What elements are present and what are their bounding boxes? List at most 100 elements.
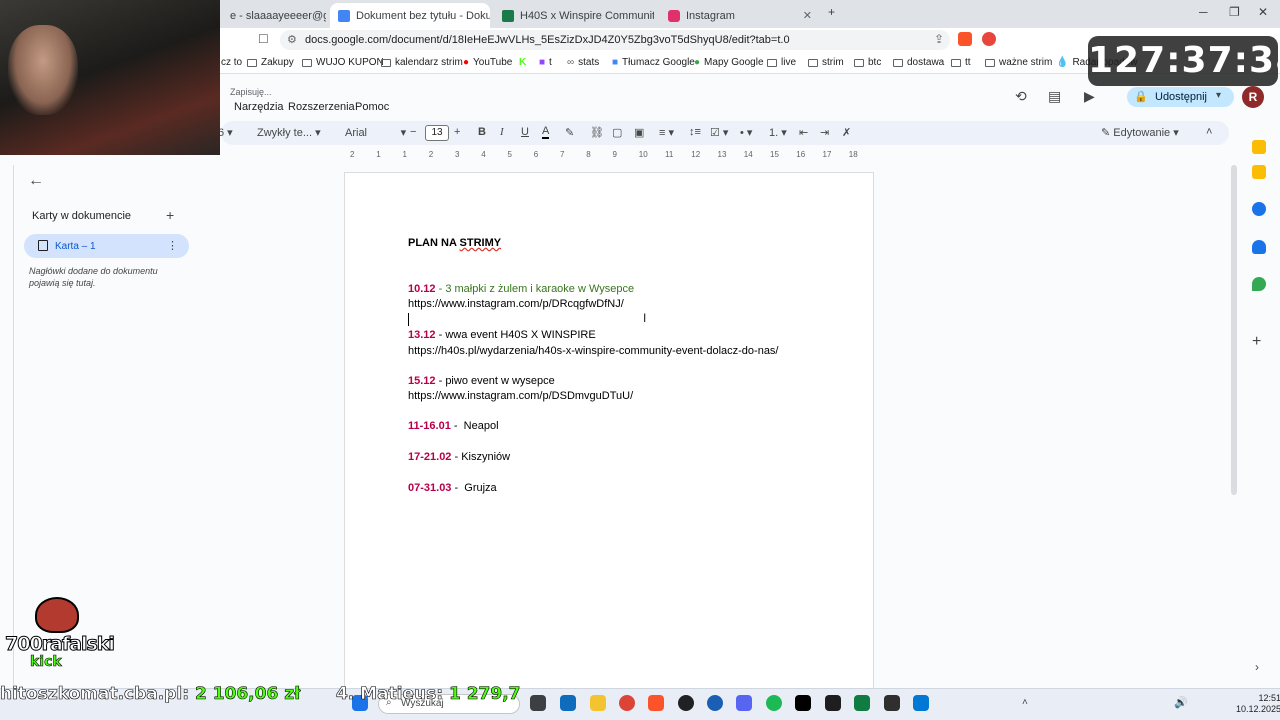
plan-link-1[interactable]: https://www.instagram.com/p/DRcqgfwDfNJ/ bbox=[408, 298, 624, 310]
plan-link-2[interactable]: https://h40s.pl/wydarzenia/h40s-x-winspi… bbox=[408, 345, 779, 357]
volume-icon[interactable]: 🔊 bbox=[1174, 696, 1188, 709]
text-color-icon[interactable]: A bbox=[542, 126, 550, 139]
rewards-icon[interactable] bbox=[982, 32, 996, 46]
new-tab-button[interactable]: + bbox=[828, 5, 835, 19]
bookmark-folder[interactable]: kalendarz strim bbox=[381, 57, 463, 68]
streamdeck-icon[interactable] bbox=[884, 695, 900, 711]
increase-font-icon[interactable]: + bbox=[454, 126, 460, 138]
editing-mode-select[interactable]: ✎ Edytowanie ▾ bbox=[1101, 126, 1179, 139]
add-tab-button[interactable]: + bbox=[166, 207, 174, 223]
bold-icon[interactable]: B bbox=[478, 126, 486, 138]
minimize-icon[interactable]: ─ bbox=[1199, 5, 1208, 19]
close-tab-icon[interactable]: ✕ bbox=[795, 9, 812, 22]
brave-icon[interactable] bbox=[648, 695, 664, 711]
bookmark-star-icon[interactable]: ☐ bbox=[258, 32, 269, 46]
sidebar-note: Nagłówki dodane do dokumentu pojawią się… bbox=[29, 266, 158, 288]
checklist-icon[interactable]: ☑ ▾ bbox=[710, 126, 728, 139]
image-icon[interactable]: ▣ bbox=[634, 126, 644, 139]
store-icon[interactable] bbox=[560, 695, 576, 711]
increase-indent-icon[interactable]: ⇥ bbox=[820, 126, 829, 139]
font-select[interactable]: Arial ▾ bbox=[345, 126, 406, 139]
line-spacing-icon[interactable]: ↕≡ bbox=[689, 126, 701, 138]
document-page[interactable] bbox=[344, 172, 874, 692]
bullet-list-icon[interactable]: • ▾ bbox=[740, 126, 752, 139]
tray-expand-icon[interactable]: ˄ bbox=[1022, 697, 1028, 708]
bookmark-folder[interactable]: live bbox=[767, 57, 796, 68]
bookmark-folder[interactable]: dostawa bbox=[893, 57, 944, 68]
explorer-icon[interactable] bbox=[590, 695, 606, 711]
more-options-icon[interactable]: ⋮ bbox=[167, 239, 178, 252]
highlight-icon[interactable]: ✎ bbox=[565, 126, 574, 139]
bookmark-kick[interactable]: K bbox=[519, 57, 526, 68]
menu-extensions[interactable]: Rozszerzenia bbox=[288, 101, 355, 113]
taskbar-clock[interactable]: 12:51 10.12.2025 bbox=[1236, 693, 1280, 715]
font-size-input[interactable]: 13 bbox=[425, 125, 449, 141]
comments-icon[interactable]: ▤ bbox=[1048, 88, 1061, 105]
sidebar-item-label: Karta – 1 bbox=[55, 241, 96, 252]
notepad-icon[interactable] bbox=[913, 695, 929, 711]
contacts-icon[interactable] bbox=[1252, 240, 1266, 254]
add-addon-icon[interactable]: + bbox=[1252, 333, 1261, 351]
bookmark-translate[interactable]: ■ Tłumacz Google bbox=[612, 57, 695, 68]
ruler-tick: 11 bbox=[665, 150, 674, 159]
decrease-indent-icon[interactable]: ⇤ bbox=[799, 126, 808, 139]
davinci-icon[interactable] bbox=[825, 695, 841, 711]
vertical-scrollbar[interactable] bbox=[1231, 165, 1237, 495]
bookmark-twitch[interactable]: ■ t bbox=[539, 57, 552, 68]
collapse-toolbar-icon[interactable]: ˄ bbox=[1206, 126, 1212, 138]
share-dropdown-icon[interactable]: ▾ bbox=[1216, 90, 1221, 101]
history-icon[interactable]: ⟲ bbox=[1015, 88, 1027, 105]
italic-icon[interactable]: I bbox=[500, 126, 504, 138]
keep-icon[interactable] bbox=[1252, 140, 1266, 154]
bookmark-folder[interactable]: strim bbox=[808, 57, 844, 68]
comment-icon[interactable]: ▢ bbox=[612, 126, 622, 139]
bookmark-folder[interactable]: Zakupy bbox=[247, 57, 294, 68]
brave-shield-icon[interactable] bbox=[958, 32, 972, 46]
tab-instagram[interactable]: Instagram ✕ bbox=[660, 3, 820, 28]
avatar[interactable]: R bbox=[1242, 86, 1264, 108]
tab-docs[interactable]: Dokument bez tytułu - Dokume ✕ bbox=[330, 3, 490, 28]
plan-link-3[interactable]: https://www.instagram.com/p/DSDmvguDTuU/ bbox=[408, 390, 633, 402]
close-window-icon[interactable]: ✕ bbox=[1258, 5, 1268, 19]
back-arrow-icon[interactable]: ← bbox=[28, 172, 44, 190]
bookmark-folder[interactable]: ważne strim bbox=[985, 57, 1052, 68]
notes-icon[interactable] bbox=[1252, 165, 1266, 179]
chrome-icon[interactable] bbox=[619, 695, 635, 711]
clear-formatting-icon[interactable]: ✗ bbox=[842, 126, 851, 139]
bookmark-folder[interactable]: WUJO KUPON bbox=[302, 57, 384, 68]
menu-tools[interactable]: Narzędzia bbox=[234, 101, 284, 113]
bookmark-folder[interactable]: btc bbox=[854, 57, 881, 68]
style-select[interactable]: Zwykły te... ▾ bbox=[257, 126, 321, 139]
obs-icon[interactable] bbox=[678, 695, 694, 711]
bookmark-maps[interactable]: ● Mapy Google bbox=[694, 57, 764, 68]
tab-gmail[interactable]: e - slaaaayeeeer@gmail.com bbox=[222, 3, 326, 28]
url-text[interactable]: docs.google.com/document/d/18IeHeEJwVLHs… bbox=[305, 34, 790, 46]
spotify-icon[interactable] bbox=[766, 695, 782, 711]
maximize-icon[interactable]: ❐ bbox=[1229, 5, 1240, 19]
zoom-select[interactable]: 6 ▾ bbox=[218, 126, 233, 139]
align-icon[interactable]: ≡ ▾ bbox=[659, 126, 674, 139]
expand-panel-icon[interactable]: › bbox=[1255, 660, 1259, 674]
task-view-icon[interactable] bbox=[530, 695, 546, 711]
share-page-icon[interactable]: ⇪ bbox=[934, 32, 944, 46]
excel-icon[interactable] bbox=[854, 695, 870, 711]
discord-icon[interactable] bbox=[736, 695, 752, 711]
app-icon[interactable] bbox=[707, 695, 723, 711]
tab-h40s[interactable]: H40S x Winspire Community Event bbox=[494, 3, 654, 28]
numbered-list-icon[interactable]: 1. ▾ bbox=[769, 126, 787, 139]
meet-icon[interactable]: ▶ bbox=[1084, 88, 1095, 105]
bookmark-folder[interactable]: tt bbox=[951, 57, 971, 68]
bookmark-stats[interactable]: ∞ stats bbox=[567, 57, 599, 68]
site-info-icon[interactable]: ⚙ bbox=[287, 33, 297, 46]
underline-icon[interactable]: U bbox=[521, 126, 529, 138]
webcam-face bbox=[8, 25, 78, 115]
bookmark-item[interactable]: cz to bbox=[221, 57, 242, 68]
decrease-font-icon[interactable]: − bbox=[410, 126, 416, 138]
bookmark-youtube[interactable]: ● YouTube bbox=[463, 57, 512, 68]
maps-icon[interactable] bbox=[1252, 277, 1266, 291]
link-icon[interactable]: ⛓ bbox=[590, 126, 604, 139]
sidebar-item-karta-1[interactable] bbox=[24, 234, 189, 258]
tasks-icon[interactable] bbox=[1252, 202, 1266, 216]
menu-help[interactable]: Pomoc bbox=[355, 101, 389, 113]
capcut-icon[interactable] bbox=[795, 695, 811, 711]
